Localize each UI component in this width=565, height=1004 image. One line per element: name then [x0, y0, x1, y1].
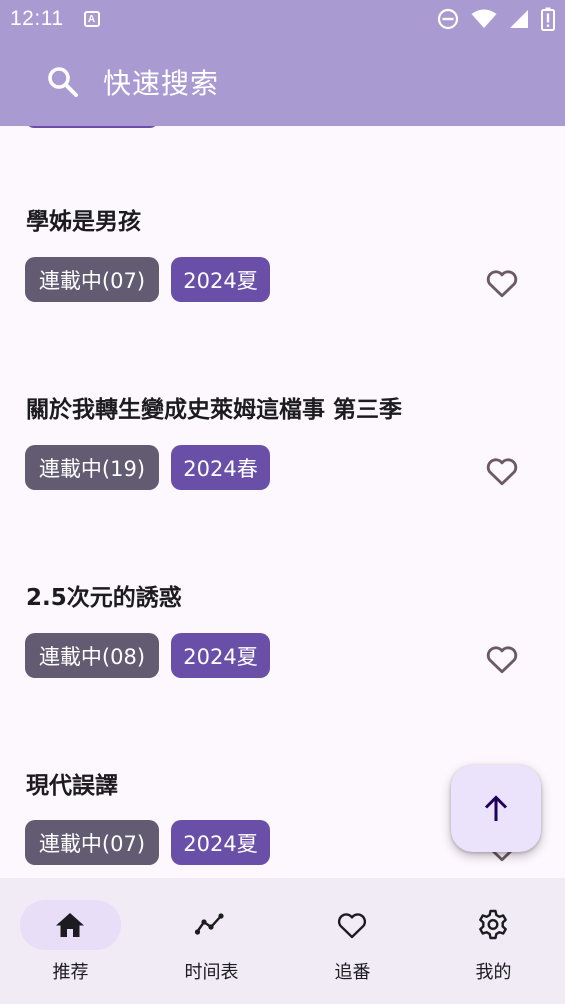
list-item[interactable]: 2.5次元的誘惑 連載中(08) 2024夏	[0, 578, 565, 766]
cellular-signal-icon	[510, 10, 528, 28]
timeline-icon	[194, 913, 224, 935]
battery-icon	[541, 7, 555, 31]
status-icons	[437, 7, 555, 31]
favorite-heart-icon[interactable]	[484, 641, 520, 677]
status-bar: 12:11 A	[0, 0, 565, 38]
status-time: 12:11	[10, 7, 64, 30]
season-chip: 2024夏	[171, 633, 270, 678]
search-icon[interactable]	[46, 65, 80, 99]
do-not-disturb-icon	[437, 8, 459, 30]
season-chip-partial	[26, 126, 158, 128]
favorite-heart-icon[interactable]	[484, 453, 520, 489]
status-chip: 連載中(08)	[25, 633, 159, 678]
heart-icon	[337, 913, 367, 939]
wifi-icon	[471, 9, 497, 28]
status-chip: 連載中(07)	[25, 820, 159, 865]
season-chip: 2024夏	[171, 820, 270, 865]
nav-label: 追番	[334, 962, 371, 983]
top-app-bar: 12:11 A 快速搜索	[0, 0, 565, 126]
status-chip: 連載中(19)	[25, 445, 159, 490]
anime-title[interactable]: 學姊是男孩	[26, 202, 141, 236]
anime-title[interactable]: 2.5次元的誘惑	[26, 578, 182, 612]
search-placeholder[interactable]: 快速搜索	[103, 62, 219, 102]
nav-item-following[interactable]: 追番	[282, 878, 423, 1004]
bottom-navigation: 推荐 时间表 追番 我的	[0, 878, 565, 1004]
scroll-to-top-button[interactable]	[451, 765, 541, 852]
season-chip: 2024春	[171, 445, 270, 490]
arrow-up-icon	[484, 794, 508, 821]
search-bar[interactable]: 快速搜索	[0, 38, 565, 126]
nav-label: 时间表	[184, 962, 239, 983]
anime-title[interactable]: 現代誤譯	[26, 766, 118, 800]
nav-label: 推荐	[52, 962, 89, 983]
nav-item-schedule[interactable]: 时间表	[141, 878, 282, 1004]
nav-item-recommend[interactable]: 推荐	[0, 878, 141, 1004]
notification-icon: A	[83, 11, 100, 27]
status-chip: 連載中(07)	[25, 257, 159, 302]
home-icon	[56, 913, 84, 937]
season-chip: 2024夏	[171, 257, 270, 302]
list-item[interactable]: 學姊是男孩 連載中(07) 2024夏	[0, 202, 565, 390]
nav-label: 我的	[475, 962, 512, 983]
anime-title[interactable]: 關於我轉生變成史萊姆這檔事 第三季	[26, 390, 402, 424]
list-item[interactable]: 關於我轉生變成史萊姆這檔事 第三季 連載中(19) 2024春	[0, 390, 565, 578]
nav-item-mine[interactable]: 我的	[423, 878, 564, 1004]
favorite-heart-icon[interactable]	[484, 265, 520, 301]
gear-icon	[479, 909, 507, 940]
